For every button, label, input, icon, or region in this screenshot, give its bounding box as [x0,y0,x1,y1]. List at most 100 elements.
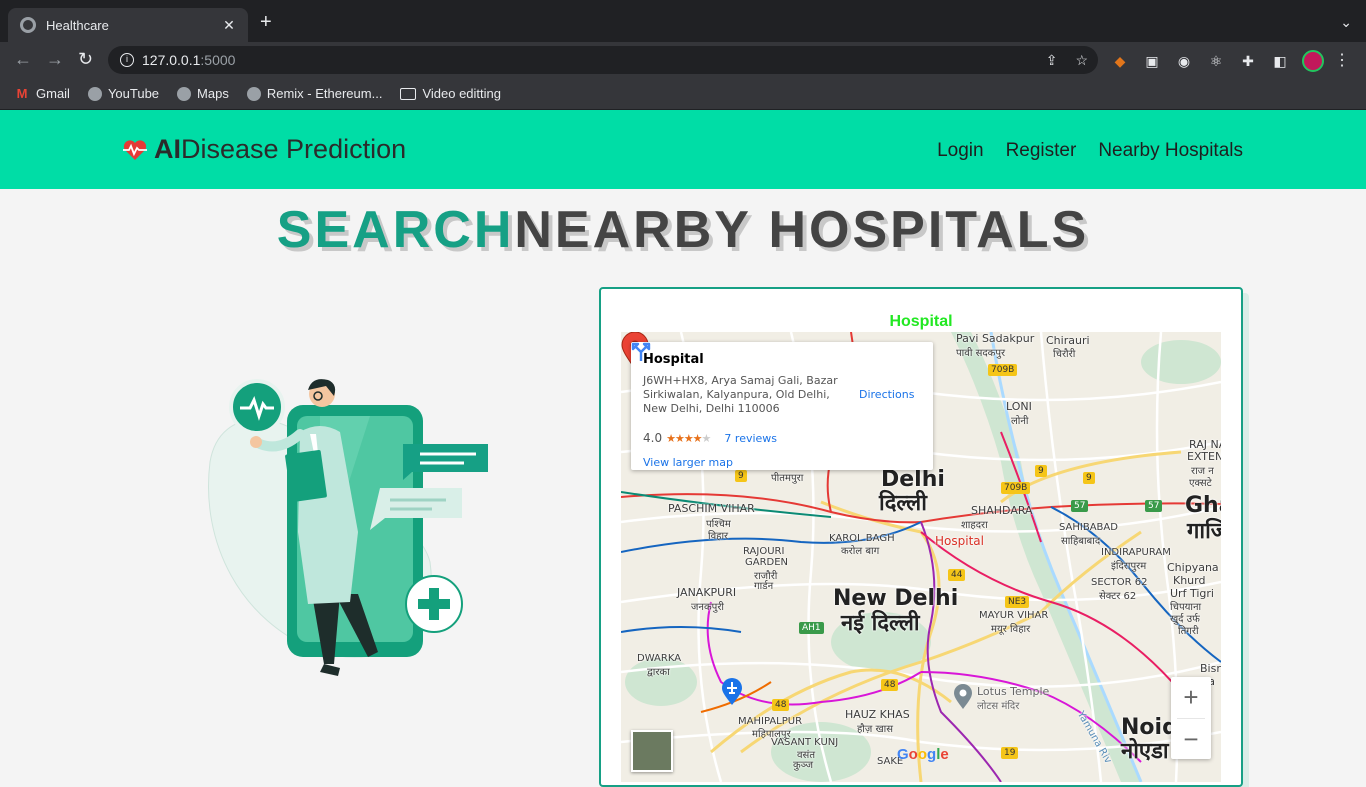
map-label: Pavi Sadakpur [956,332,1035,345]
brand-name: Disease Prediction [181,134,407,164]
doctor-phone-illustration [208,379,488,676]
globe-icon [20,17,36,33]
react-extension-icon[interactable]: ⚛ [1206,51,1226,71]
back-button[interactable]: ← [14,50,32,68]
map-label: SECTOR 62 [1091,577,1148,588]
map-label-city: नोएडा [1121,739,1169,764]
map-label: लोनी [1011,416,1029,427]
tab-search-chevron-icon[interactable]: ⌄ [1340,14,1352,31]
metamask-extension-icon[interactable]: ◆ [1110,51,1130,71]
map-label: Bisra [1200,662,1221,675]
satellite-toggle[interactable] [631,730,673,772]
image-extension-icon[interactable]: ▣ [1142,51,1162,71]
map-label: LONI [1006,400,1032,413]
globe-icon [177,86,192,101]
title-highlight: SEARCH [276,201,515,259]
bookmark-label: Remix - Ethereum... [266,86,383,101]
url-host: 127.0.0.1 [142,52,201,68]
place-title: Hospital [643,352,704,367]
map-label: शाहदरा [961,520,988,531]
map-label: चिरौरी [1053,349,1076,360]
gmail-icon: M [16,86,28,101]
site-header: AI Disease Prediction Login Register Near… [0,110,1366,189]
road-shield: NE3 [1005,596,1030,608]
site-info-icon[interactable]: i [120,53,134,67]
road-shield: 48 [881,679,899,691]
url-port: :5000 [200,52,236,68]
map-label: GARDEN [745,557,789,568]
camera-extension-icon[interactable]: ◉ [1174,51,1194,71]
map-label: एक्सटे [1189,478,1212,489]
place-address: J6WH+HX8, Arya Samaj Gali, Bazar Sirkiwa… [643,374,838,415]
map-label: करोल बाग [841,546,880,557]
nav-nearby-hospitals[interactable]: Nearby Hospitals [1098,140,1243,162]
road-shield: 9 [1083,472,1095,484]
address-bar[interactable]: i 127.0.0.1:5000 ⇪ ☆ [108,46,1098,74]
browser-tab[interactable]: Healthcare ✕ [8,8,248,42]
nav-login[interactable]: Login [937,140,984,162]
bookmark-label: YouTube [107,86,160,101]
view-larger-map-link[interactable]: View larger map [643,456,733,469]
map-label: सेक्टर 62 [1099,591,1137,602]
map-label-city: Noid [1121,715,1178,740]
reload-button[interactable]: ↻ [78,50,93,68]
google-map[interactable]: Pavi Sadakpur पावी सदकपुर Chirauri चिरौर… [621,332,1221,782]
road-shield: 44 [948,569,966,581]
bookmark-video-editting[interactable]: Video editting [400,86,501,101]
map-label: जनकपुरी [691,602,725,613]
airport-icon[interactable] [721,678,743,706]
zoom-in-button[interactable]: + [1171,677,1211,718]
map-label: पावी सदकपुर [956,348,1006,359]
new-tab-button[interactable]: + [260,12,272,32]
map-label: साहिबाबाद [1061,536,1101,547]
browser-tab-bar: Healthcare ✕ + ⌄ [0,0,1366,42]
map-label: EXTENS [1187,450,1221,463]
puzzle-extensions-icon[interactable]: ✚ [1238,51,1258,71]
share-icon[interactable]: ⇪ [1046,52,1058,69]
zoom-control: + − [1171,677,1211,759]
close-icon[interactable]: ✕ [220,17,238,34]
map-label: कुञ्ज [793,760,814,771]
folder-icon [400,87,417,100]
title-rest: NEARBY HOSPITALS [514,201,1090,259]
tab-title: Healthcare [46,17,109,33]
main-nav: Login Register Nearby Hospitals [937,140,1243,162]
nav-register[interactable]: Register [1006,140,1077,162]
globe-icon [246,86,261,101]
bookmark-remix[interactable]: Remix - Ethereum... [246,86,383,101]
forward-button[interactable]: → [46,50,64,68]
browser-menu-icon[interactable]: ⋮ [1334,50,1350,70]
browser-toolbar: ← → ↻ i 127.0.0.1:5000 ⇪ ☆ ◆ ▣ ◉ ⚛ ✚ ◧ ⋮ [0,42,1366,78]
bookmark-maps[interactable]: Maps [177,86,229,101]
directions-icon[interactable] [631,342,651,362]
road-shield: 709B [1001,482,1031,494]
map-label: MAYUR VIHAR [979,610,1049,621]
map-label: JANAKPURI [677,586,737,599]
profile-avatar[interactable] [1302,50,1324,72]
reviews-link[interactable]: 7 reviews [724,432,777,445]
brand-logo[interactable]: AI Disease Prediction [122,134,406,165]
star-rating-icon: ★★★★★ [666,431,711,445]
bookmarks-bar: M Gmail YouTube Maps Remix - Ethereum... … [0,78,1366,110]
page-title: SEARCHNEARBY HOSPITALS [0,200,1366,260]
bookmark-gmail[interactable]: M Gmail [14,86,70,102]
zoom-out-button[interactable]: − [1171,719,1211,760]
map-label: Chipyana [1167,561,1219,574]
bookmark-youtube[interactable]: YouTube [87,86,160,101]
map-label: पीतमपुरा [771,473,804,484]
map-label: द्वारका [647,667,670,678]
lotus-temple-pin-icon[interactable] [953,684,973,710]
globe-icon [87,86,102,101]
map-label: RAJOURI [743,546,785,557]
rating-value: 4.0 [643,431,663,445]
side-panel-icon[interactable]: ◧ [1270,51,1290,71]
bookmark-star-icon[interactable]: ☆ [1075,52,1088,69]
map-label-poi: Lotus Temple [977,685,1050,698]
map-label: DWARKA [637,653,682,664]
marker-label: Hospital [935,534,984,548]
map-label: SHAHDARA [971,504,1033,517]
road-shield: 9 [1035,465,1047,477]
map-label-city: दिल्ली [879,491,927,516]
directions-link[interactable]: Directions [859,388,914,401]
map-label: तिगरी [1178,626,1199,637]
